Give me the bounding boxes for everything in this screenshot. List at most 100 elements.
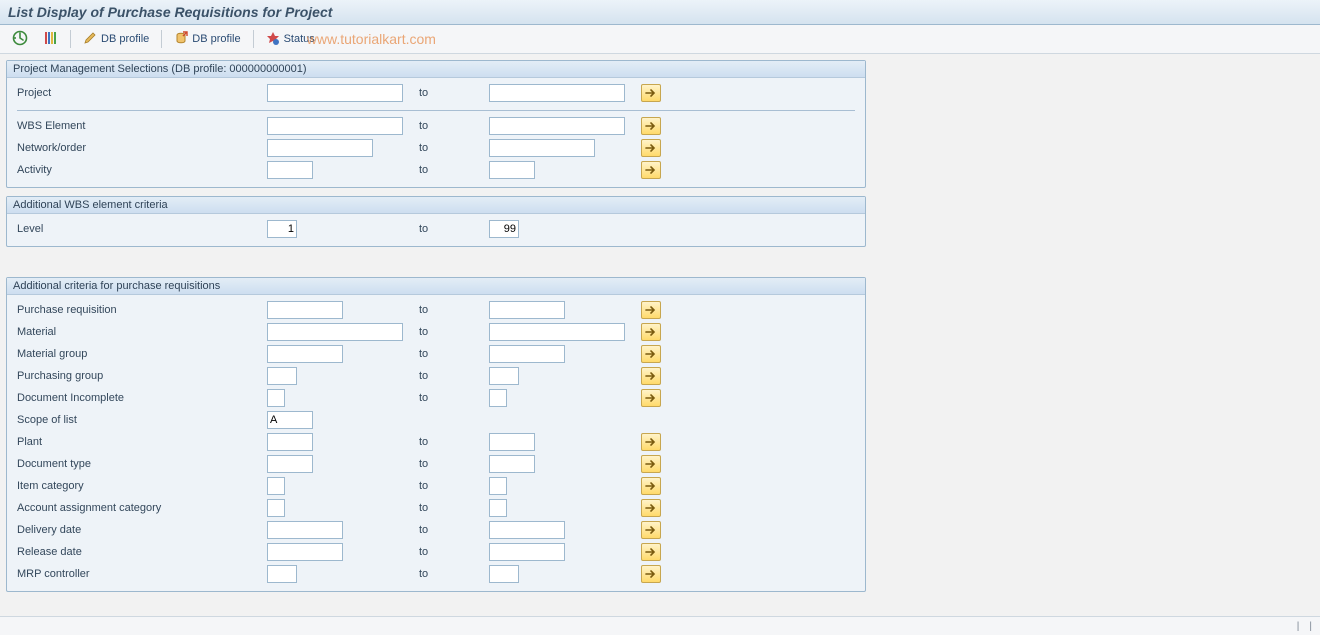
acctcat-from-input[interactable] [267,499,285,517]
reldate-label: Release date [17,546,267,558]
to-label: to [407,546,489,558]
scope-label: Scope of list [17,414,267,426]
network-multi-button[interactable] [641,139,661,157]
network-to-input[interactable] [489,139,595,157]
wbs-multi-button[interactable] [641,117,661,135]
preq-to-input[interactable] [489,301,565,319]
network-from-input[interactable] [267,139,373,157]
toolbar-separator [161,30,162,48]
group-wbs-criteria: Additional WBS element criteria Level to [6,196,866,247]
to-label: to [407,120,489,132]
execute-button[interactable] [6,28,34,51]
app-toolbar: DB profile DB profile Status www.tutoria… [0,25,1320,54]
matgroup-multi-button[interactable] [641,345,661,363]
doctype-to-input[interactable] [489,455,535,473]
preq-multi-button[interactable] [641,301,661,319]
group-project-selections-title: Project Management Selections (DB profil… [7,61,865,78]
activity-multi-button[interactable] [641,161,661,179]
status-button[interactable]: Status [260,29,321,50]
db-profile-edit-button[interactable]: DB profile [77,29,155,50]
mrp-to-input[interactable] [489,565,519,583]
to-label: to [407,326,489,338]
project-to-input[interactable] [489,84,625,102]
activity-to-input[interactable] [489,161,535,179]
watermark-text: www.tutorialkart.com [307,31,436,47]
to-label: to [407,524,489,536]
purgroup-to-input[interactable] [489,367,519,385]
to-label: to [407,142,489,154]
itemcat-to-input[interactable] [489,477,507,495]
itemcat-multi-button[interactable] [641,477,661,495]
group-purchase-criteria-title: Additional criteria for purchase requisi… [7,278,865,295]
deldate-from-input[interactable] [267,521,343,539]
project-multi-button[interactable] [641,84,661,102]
variant-button[interactable] [36,28,64,51]
docinc-from-input[interactable] [267,389,285,407]
divider [17,110,855,111]
status-sep: | [1309,621,1312,632]
to-label: to [407,458,489,470]
project-label: Project [17,87,267,99]
matgroup-label: Material group [17,348,267,360]
group-wbs-criteria-title: Additional WBS element criteria [7,197,865,214]
acctcat-to-input[interactable] [489,499,507,517]
content-area: Project Management Selections (DB profil… [0,54,1320,592]
matgroup-to-input[interactable] [489,345,565,363]
reldate-to-input[interactable] [489,543,565,561]
to-label: to [407,164,489,176]
itemcat-from-input[interactable] [267,477,285,495]
docinc-multi-button[interactable] [641,389,661,407]
pencil-icon [83,31,97,48]
wbs-from-input[interactable] [267,117,403,135]
mrp-from-input[interactable] [267,565,297,583]
deldate-label: Delivery date [17,524,267,536]
status-icon [266,31,280,48]
db-profile-pick-button[interactable]: DB profile [168,29,246,50]
plant-from-input[interactable] [267,433,313,451]
title-bar: List Display of Purchase Requisitions fo… [0,0,1320,25]
group-project-selections: Project Management Selections (DB profil… [6,60,866,188]
to-label: to [407,392,489,404]
doctype-multi-button[interactable] [641,455,661,473]
to-label: to [407,223,489,235]
reldate-from-input[interactable] [267,543,343,561]
level-from-input[interactable] [267,220,297,238]
scope-input[interactable] [267,411,313,429]
to-label: to [407,436,489,448]
acctcat-multi-button[interactable] [641,499,661,517]
reldate-multi-button[interactable] [641,543,661,561]
material-multi-button[interactable] [641,323,661,341]
variant-icon [42,30,58,49]
plant-multi-button[interactable] [641,433,661,451]
plant-label: Plant [17,436,267,448]
status-label: Status [284,33,315,45]
purgroup-multi-button[interactable] [641,367,661,385]
purgroup-label: Purchasing group [17,370,267,382]
docinc-to-input[interactable] [489,389,507,407]
activity-from-input[interactable] [267,161,313,179]
mrp-multi-button[interactable] [641,565,661,583]
page-title: List Display of Purchase Requisitions fo… [8,4,332,20]
deldate-multi-button[interactable] [641,521,661,539]
to-label: to [407,370,489,382]
preq-from-input[interactable] [267,301,343,319]
level-to-input[interactable] [489,220,519,238]
doctype-label: Document type [17,458,267,470]
toolbar-separator [253,30,254,48]
itemcat-label: Item category [17,480,267,492]
plant-to-input[interactable] [489,433,535,451]
toolbar-separator [70,30,71,48]
to-label: to [407,304,489,316]
purgroup-from-input[interactable] [267,367,297,385]
wbs-to-input[interactable] [489,117,625,135]
deldate-to-input[interactable] [489,521,565,539]
material-from-input[interactable] [267,323,403,341]
material-to-input[interactable] [489,323,625,341]
group-purchase-criteria: Additional criteria for purchase requisi… [6,277,866,592]
level-label: Level [17,223,267,235]
project-from-input[interactable] [267,84,403,102]
status-bar: | | [0,616,1320,635]
to-label: to [407,348,489,360]
doctype-from-input[interactable] [267,455,313,473]
matgroup-from-input[interactable] [267,345,343,363]
